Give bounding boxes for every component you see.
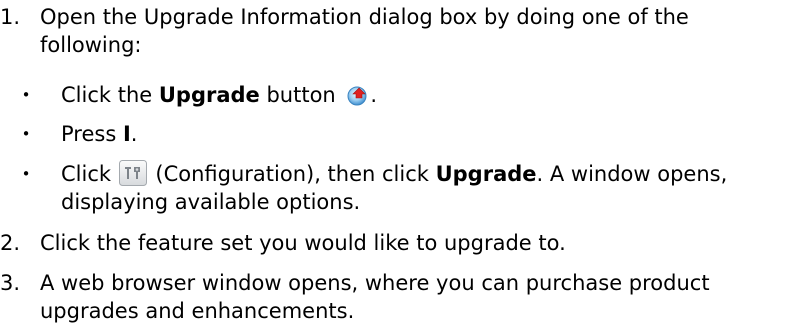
step-number: 2.	[0, 231, 21, 255]
instructions-document: 1. Open the Upgrade Information dialog b…	[0, 0, 797, 331]
bullet-glyph: •	[21, 86, 31, 104]
step-text: A web browser window opens, where you ca…	[40, 271, 710, 323]
bold-key: I	[122, 122, 131, 146]
step-text: Open the Upgrade Information dialog box …	[40, 5, 689, 57]
upgrade-icon	[346, 84, 370, 106]
configuration-icon	[118, 160, 147, 186]
step-number: 1.	[0, 5, 21, 29]
bold-label: Upgrade	[435, 162, 537, 186]
bullet-glyph: •	[21, 125, 31, 143]
step-text: Click the feature set you would like to …	[40, 231, 566, 255]
bold-label: Upgrade	[158, 83, 260, 107]
bullet-glyph: •	[21, 165, 31, 183]
step-number: 3.	[0, 271, 21, 295]
